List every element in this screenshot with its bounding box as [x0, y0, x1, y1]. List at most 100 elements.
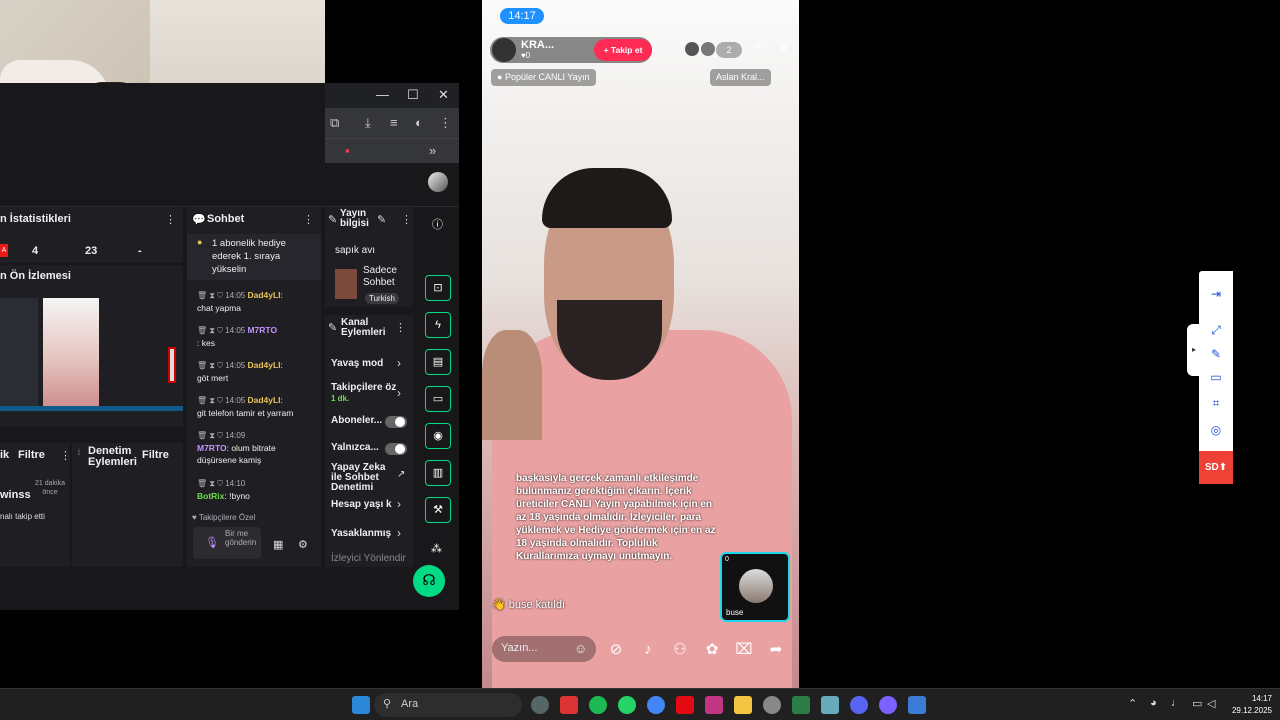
drag-handle-icon[interactable]: ✎	[328, 321, 337, 334]
filter-button[interactable]: Filtre	[18, 449, 45, 461]
viewer-redirect-label[interactable]: İzleyici Yönlendir	[331, 553, 406, 564]
subscribers-mode-label[interactable]: Aboneler...	[331, 415, 382, 426]
notepad-icon[interactable]	[792, 696, 810, 714]
expand-icon[interactable]: ⤢	[1208, 322, 1224, 338]
extensions-icon[interactable]: ⁂	[431, 542, 442, 555]
chevron-right-icon[interactable]: ›	[397, 497, 401, 511]
app-icon[interactable]	[879, 696, 897, 714]
wrench-icon[interactable]: ⚒	[425, 497, 451, 523]
lightning-icon[interactable]: ϟ	[425, 312, 451, 338]
mic-icon[interactable]: ♪	[636, 638, 660, 662]
viewer-avatar[interactable]	[685, 42, 699, 56]
video-off-icon[interactable]: ⊘	[604, 638, 628, 662]
taskbar-search[interactable]: ⚲ Ara	[374, 693, 522, 717]
user-avatar[interactable]	[428, 172, 448, 192]
volume-icon[interactable]: ◁	[1207, 697, 1215, 710]
notes-icon[interactable]: ▤	[425, 349, 451, 375]
chat-message[interactable]: 🗑 ⧗ ⛉ 14:05 Dad4yLI: göt mert	[197, 359, 317, 384]
chat-message[interactable]: 🗑 ⧗ ⛉ 14:10 BotRix: !byno	[197, 477, 317, 502]
app-icon[interactable]	[821, 696, 839, 714]
extensions-icon[interactable]: ⧉	[330, 115, 339, 131]
followers-mode-label[interactable]: Takipçilere öz	[331, 382, 396, 393]
network-icon[interactable]: ▭	[1192, 697, 1202, 710]
exit-icon[interactable]: ⇥	[1208, 286, 1224, 302]
close-icon[interactable]: ✕	[438, 87, 449, 103]
mic-icon[interactable]: 🎙	[205, 536, 219, 549]
chevron-right-icon[interactable]: ›	[397, 526, 401, 540]
channel-actions-menu-icon[interactable]: ⋮	[395, 321, 406, 334]
chat-bubble-icon[interactable]: ▭	[425, 386, 451, 412]
close-stream-icon[interactable]: ✕	[778, 41, 789, 57]
subscribers-toggle[interactable]	[385, 416, 407, 428]
maximize-icon[interactable]: ☐	[407, 87, 419, 103]
windows-start-icon[interactable]	[352, 696, 370, 714]
profile-icon[interactable]: ◐	[415, 115, 423, 130]
external-link-icon[interactable]: ↗	[397, 469, 405, 480]
instagram-icon[interactable]	[705, 696, 723, 714]
moderation-filter-button[interactable]: Filtre	[142, 449, 169, 461]
spotify-icon[interactable]	[589, 696, 607, 714]
app-icon[interactable]	[908, 696, 926, 714]
streamer-name[interactable]: KRA...	[521, 39, 554, 51]
only-toggle[interactable]	[385, 443, 407, 455]
help-headset-icon[interactable]: ☊	[413, 565, 445, 597]
crop-icon[interactable]: ⌗	[1208, 395, 1224, 411]
edit-icon[interactable]: ✎	[377, 213, 386, 226]
streamer-avatar[interactable]	[492, 38, 516, 62]
banned-words-label[interactable]: Yasaklanmış	[331, 528, 391, 539]
rose-icon[interactable]: ✿	[700, 638, 724, 662]
emoji-icon[interactable]: ☺	[574, 641, 587, 656]
gift-icon[interactable]: ⌧	[732, 638, 756, 662]
pencil-icon[interactable]: ✎	[1208, 346, 1224, 362]
guest-window[interactable]: 0 buse	[720, 552, 790, 622]
tray-mic-icon[interactable]: ♩	[1171, 697, 1182, 709]
chat-menu-icon[interactable]: ⋮	[303, 213, 314, 226]
queue-icon[interactable]: ≡	[390, 115, 398, 130]
layout-icon[interactable]: ▥	[425, 460, 451, 486]
activity-menu-icon[interactable]: ⋮	[60, 449, 71, 462]
popular-live-tag[interactable]: ● Popüler CANLI Yayın	[491, 69, 596, 86]
clip-icon[interactable]: ⊡	[425, 275, 451, 301]
settings-app-icon[interactable]	[531, 696, 549, 714]
viewer-avatar[interactable]	[701, 42, 715, 56]
chevron-right-icon[interactable]: ›	[397, 356, 401, 370]
info-icon[interactable]: ⓘ	[432, 216, 443, 232]
language-tag[interactable]: Turkish	[365, 293, 399, 304]
bookmark-icon[interactable]: ▪	[345, 143, 350, 158]
app-icon[interactable]	[560, 696, 578, 714]
chat-settings-icon[interactable]: ⚙	[298, 538, 308, 551]
whatsapp-icon[interactable]	[618, 696, 636, 714]
discord-icon[interactable]	[850, 696, 868, 714]
more-bookmarks-icon[interactable]: »	[429, 143, 436, 158]
slow-mode-label[interactable]: Yavaş mod	[331, 358, 383, 369]
power-icon[interactable]: ⏻	[754, 41, 764, 57]
chat-message[interactable]: 🗑 ⧗ ⛉ 14:05 Dad4yLI: git telefon tamir et…	[197, 394, 317, 419]
chat-message[interactable]: 🗑 ⧗ ⛉ 14:09 M7RTO: olum bitrate düşürsene…	[197, 429, 317, 466]
stats-menu-icon[interactable]: ⋮	[165, 213, 176, 226]
app-icon[interactable]	[763, 696, 781, 714]
chat-message[interactable]: 🗑 ⧗ ⛉ 14:05 M7RTO: kes	[197, 324, 317, 349]
viewer-count[interactable]: 2	[716, 42, 742, 58]
chat-input[interactable]: 🎙 Bir me gönderin	[193, 527, 261, 559]
record-icon[interactable]: ◎	[1208, 422, 1224, 438]
download-icon[interactable]: ⤓	[365, 115, 371, 131]
tray-app-icon[interactable]: ◕	[1150, 697, 1157, 709]
share-icon[interactable]: ➦	[764, 638, 788, 662]
ranking-tag[interactable]: Aslan Kral...	[710, 69, 771, 86]
comment-input[interactable]: Yazın... ☺	[492, 636, 596, 662]
streamer-header[interactable]: KRA... ♥0 + Takip et	[490, 37, 652, 63]
only-mode-label[interactable]: Yalnızca...	[331, 442, 379, 453]
chevron-right-icon[interactable]: ›	[397, 386, 401, 400]
broadcast-icon[interactable]: ◉	[425, 423, 451, 449]
pinned-message[interactable]: ● 1 abonelik hediye ederek 1. sıraya yük…	[187, 234, 321, 280]
sd-upload-button[interactable]: SD⬆	[1199, 451, 1233, 484]
account-age-label[interactable]: Hesap yaşı k	[331, 499, 392, 510]
guests-icon[interactable]: ⚇	[668, 638, 692, 662]
taskbar-clock[interactable]: 14:17 29.12.2025	[1228, 693, 1272, 717]
tray-overflow-icon[interactable]: ⌃	[1128, 697, 1137, 710]
browser-menu-icon[interactable]: ⋮	[439, 115, 452, 131]
window-icon[interactable]: ▭	[1208, 369, 1224, 385]
netflix-icon[interactable]	[676, 696, 694, 714]
drag-handle-icon[interactable]: ⁞	[78, 450, 80, 457]
stream-info-menu-icon[interactable]: ⋮	[401, 213, 412, 226]
